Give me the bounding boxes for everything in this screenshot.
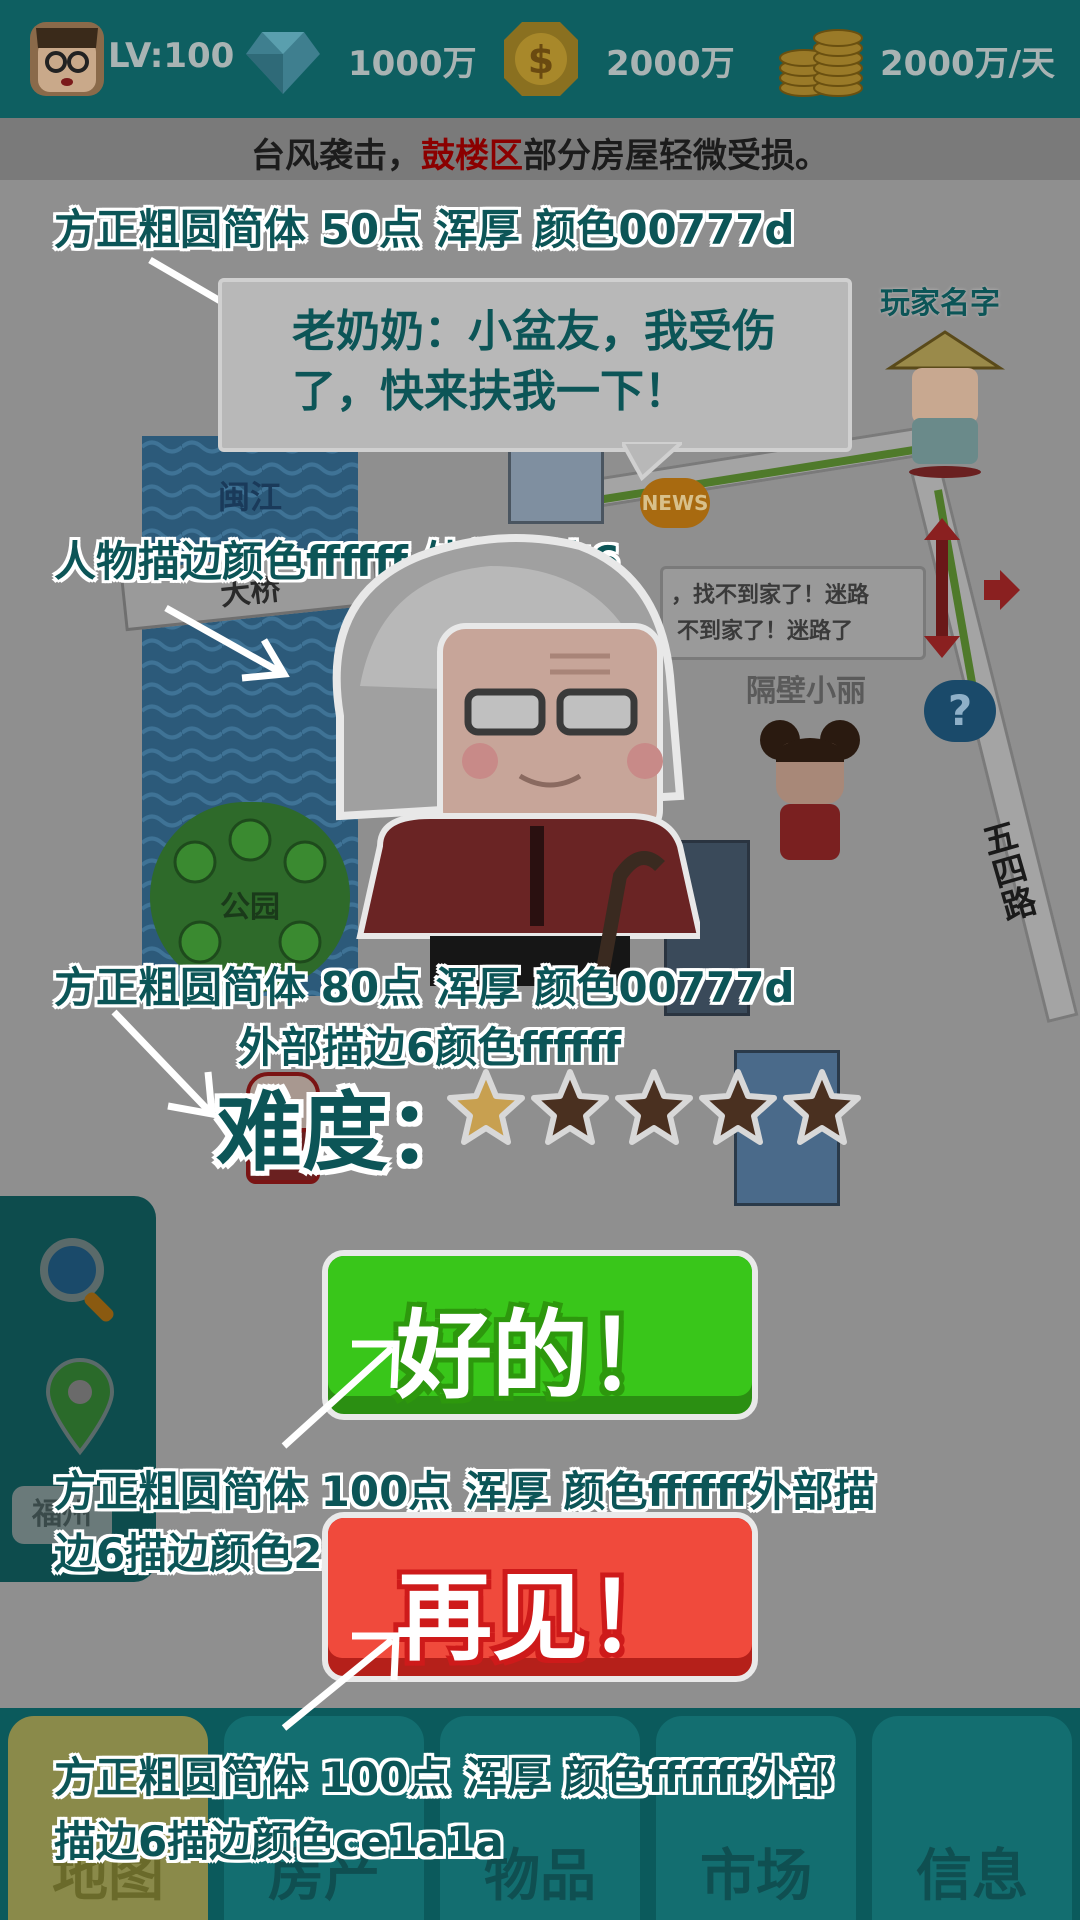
tab-messages[interactable]: 信息 <box>864 1708 1080 1920</box>
svg-text:$: $ <box>528 38 554 82</box>
ticker-suffix: 部分房屋轻微受损。 <box>523 136 829 176</box>
speech-bubble: 老奶奶：小盆友，我受伤了，快来扶我一下！ <box>218 278 852 482</box>
star-empty-icon <box>699 1069 777 1145</box>
coin-icon: $ <box>500 18 582 100</box>
coin-count: 2000万 <box>606 44 735 84</box>
annotation-bye-font-1: 方正粗圆简体 100点 浑厚 颜色ffffff外部 <box>54 1753 834 1802</box>
star-filled-icon <box>447 1069 525 1145</box>
neighbor-name-label: 隔壁小丽 <box>746 674 866 709</box>
annotation-arrow-icon <box>164 604 290 682</box>
building[interactable] <box>508 448 604 524</box>
question-icon[interactable]: ? <box>924 680 996 742</box>
arrow-right-icon[interactable] <box>980 570 1020 610</box>
annotation-arrow-icon <box>111 1009 216 1119</box>
speech-text: 老奶奶：小盆友，我受伤了，快来扶我一下！ <box>292 306 776 417</box>
ticker-prefix: 台风袭击， <box>251 136 421 176</box>
star-empty-icon <box>783 1069 861 1145</box>
player-avatar-icon[interactable] <box>26 18 108 100</box>
bubble-tail <box>622 442 682 482</box>
arrow-updown-icon[interactable] <box>924 518 960 658</box>
lost-text-line-1: ，找不到家了！迷路 <box>671 583 870 608</box>
tab-market[interactable]: 市场 <box>648 1708 864 1920</box>
tab-market-label: 市场 <box>700 1844 812 1909</box>
grandma-character <box>300 516 704 988</box>
annotation-arrow-icon <box>281 1340 400 1449</box>
annotation-bye-font-2: 描边6描边颜色ce1a1a <box>54 1817 504 1866</box>
star-empty-icon <box>531 1069 609 1145</box>
location-pin-icon[interactable] <box>40 1356 120 1456</box>
top-status-bar: LV:100 1000万 $ 2000万 2000万/天 <box>0 0 1080 122</box>
coin-stack-icon <box>774 18 866 100</box>
tab-messages-label: 信息 <box>916 1844 1028 1909</box>
ticker-message: 台风袭击，鼓楼区部分房屋轻微受损。 <box>0 128 1080 177</box>
ticker-district: 鼓楼区 <box>421 136 523 176</box>
difficulty-stars <box>446 1068 866 1152</box>
diamond-count: 1000万 <box>348 44 477 84</box>
river-label: 闽江 <box>217 478 282 516</box>
diamond-icon <box>242 18 324 100</box>
player-character[interactable] <box>880 328 1010 478</box>
income-rate: 2000万/天 <box>880 44 1056 84</box>
player-name-label: 玩家名字 <box>880 286 1000 321</box>
annotation-bubble-font: 方正粗圆简体 50点 浑厚 颜色00777d <box>54 205 795 254</box>
level-text: LV:100 <box>108 36 235 76</box>
annotation-ok-font-1: 方正粗圆简体 100点 浑厚 颜色ffffff外部描 <box>54 1467 876 1516</box>
magnifier-icon[interactable] <box>34 1232 124 1322</box>
news-ticker: 台风袭击，鼓楼区部分房屋轻微受损。 <box>0 118 1080 180</box>
star-empty-icon <box>615 1069 693 1145</box>
annotation-arrow-icon <box>281 1632 400 1731</box>
difficulty-label: 难度： <box>216 1083 474 1183</box>
lost-text-line-2: 不到家了！迷路了 <box>677 619 854 644</box>
neighbor-character[interactable] <box>740 710 880 870</box>
